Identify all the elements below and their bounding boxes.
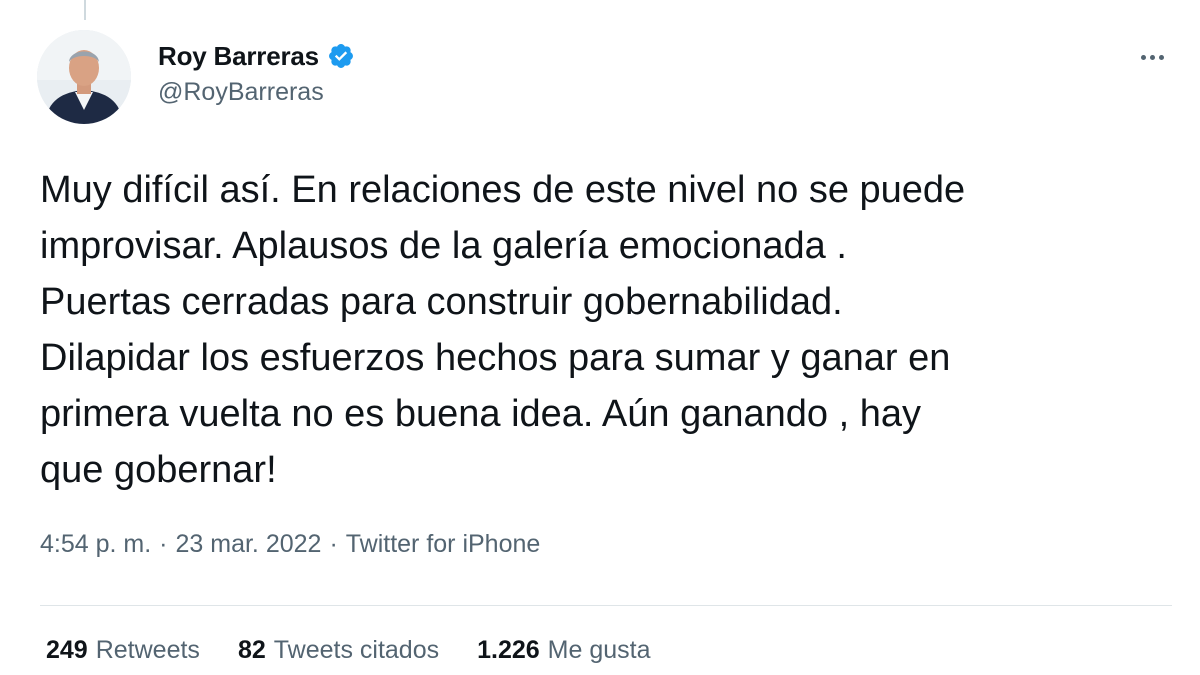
likes-stat[interactable]: 1.226 Me gusta — [477, 636, 650, 665]
tweet-text-line: Muy difícil así. En relaciones de este n… — [40, 169, 966, 211]
more-options-button[interactable] — [1132, 42, 1172, 72]
meta-separator: · — [329, 530, 338, 558]
retweets-stat[interactable]: 249 Retweets — [46, 636, 200, 665]
name-row: Roy Barreras — [158, 38, 355, 74]
more-options-icon-dot — [1149, 54, 1155, 60]
tweet-time[interactable]: 4:54 p. m. — [40, 530, 151, 559]
tweet-text-line: Dilapidar los esfuerzos hechos para suma… — [40, 337, 951, 379]
divider — [40, 605, 1172, 606]
tweet-text-line: Puertas cerradas para construir gobernab… — [40, 281, 843, 323]
thread-connector-line — [84, 0, 86, 20]
tweet-text-line: que gobernar! — [40, 449, 277, 491]
quote-tweets-count: 82 — [237, 636, 266, 664]
retweets-label: Retweets — [95, 636, 200, 664]
tweet-text-line: primera vuelta no es buena idea. Aún gan… — [40, 393, 921, 435]
likes-label: Me gusta — [547, 636, 651, 664]
tweet-date[interactable]: 23 mar. 2022 — [176, 530, 322, 559]
retweets-count: 249 — [46, 636, 88, 664]
tweet-metadata: 4:54 p. m. · 23 mar. 2022 · Twitter for … — [40, 530, 540, 559]
quote-tweets-stat[interactable]: 82 Tweets citados — [238, 636, 439, 665]
likes-count: 1.226 — [477, 636, 540, 664]
author-display-name[interactable]: Roy Barreras — [158, 41, 319, 72]
verified-badge-icon — [327, 42, 355, 70]
avatar[interactable] — [37, 30, 131, 124]
author-handle[interactable]: @RoyBarreras — [158, 78, 355, 107]
tweet-text: Muy difícil así. En relaciones de este n… — [40, 162, 1170, 498]
avatar-photo — [37, 30, 131, 124]
tweet-header: Roy Barreras @RoyBarreras — [158, 38, 355, 107]
quote-tweets-label: Tweets citados — [273, 636, 440, 664]
tweet-source[interactable]: Twitter for iPhone — [346, 530, 541, 559]
more-options-icon-dot — [1158, 54, 1164, 60]
more-options-icon — [1140, 54, 1146, 60]
meta-separator: · — [159, 530, 168, 558]
engagement-stats: 249 Retweets 82 Tweets citados 1.226 Me … — [46, 636, 689, 665]
tweet-text-line: improvisar. Aplausos de la galería emoci… — [40, 225, 847, 267]
